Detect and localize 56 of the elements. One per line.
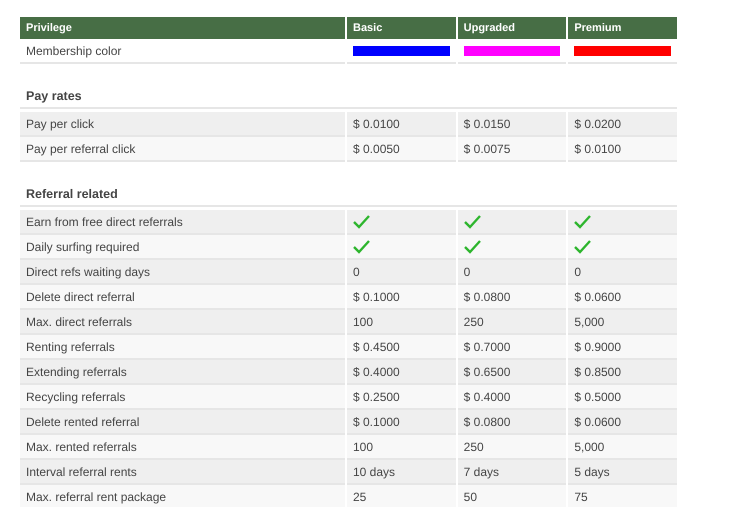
row-label: Interval referral rents (20, 460, 345, 485)
cell-text: 0 (353, 264, 360, 278)
cell-text: 0 (464, 264, 470, 278)
cell-text: 7 days (464, 464, 500, 478)
cell-text: 75 (574, 490, 588, 504)
cell-text: 5,000 (574, 440, 604, 454)
cell-text: 250 (464, 440, 484, 454)
row-label: Renting referrals (20, 335, 345, 360)
cell-text: 25 (353, 490, 366, 504)
cell-text: 250 (464, 314, 484, 328)
cell-text: 5 days (574, 464, 610, 478)
cell-text: $ 0.0050 (353, 142, 400, 156)
cell-text: $ 0.8500 (574, 364, 622, 378)
row-label: Recycling referrals (20, 385, 345, 410)
column-header: Premium (568, 17, 677, 39)
row-label: Earn from free direct referrals (20, 210, 345, 235)
row-label: Delete rented referral (20, 410, 345, 435)
cell-text: 100 (353, 314, 374, 328)
cell-text: $ 0.1000 (353, 290, 400, 304)
cell-text: $ 0.6500 (464, 364, 510, 378)
row-label: Max. referral rent package (20, 485, 345, 507)
cell-text: 100 (353, 440, 374, 454)
cell-text: $ 0.2500 (353, 390, 400, 404)
row-label: Pay per click (20, 112, 345, 137)
row-label: Delete direct referral (20, 285, 345, 310)
cell-text: $ 0.0800 (464, 290, 510, 304)
cell-text: $ 0.0100 (574, 142, 622, 156)
cell-text: $ 0.0150 (464, 116, 510, 130)
cell-text: 50 (464, 490, 478, 504)
cell-text: $ 0.0200 (574, 116, 622, 130)
cell-text: $ 0.0100 (353, 116, 400, 130)
row-label: Max. rented referrals (20, 435, 345, 460)
row-label: Extending referrals (20, 360, 345, 385)
cell-text: $ 0.4000 (464, 390, 510, 404)
cell-text: $ 0.0600 (574, 414, 622, 428)
column-header: Upgraded (458, 17, 566, 39)
cell-text: $ 0.9000 (574, 340, 622, 354)
row-label: Max. direct referrals (20, 310, 345, 335)
cell-text: $ 0.4000 (353, 364, 400, 378)
cell-text: $ 0.0800 (464, 414, 510, 428)
row-label: Direct refs waiting days (20, 260, 345, 285)
cell-text: $ 0.4500 (353, 340, 400, 354)
cell-text: 0 (574, 264, 581, 278)
row-label: Pay per referral click (20, 137, 345, 162)
cell-text: $ 0.0075 (464, 142, 510, 156)
section-heading: Pay rates (20, 67, 677, 109)
column-header: Basic (347, 17, 456, 39)
row-label: Daily surfing required (20, 235, 345, 260)
cell-text: 10 days (353, 464, 396, 478)
cell-text: $ 0.5000 (574, 390, 622, 404)
cell-text: $ 0.7000 (464, 340, 510, 354)
section-heading: Referral related (20, 165, 677, 207)
column-header: Privilege (20, 17, 345, 39)
cell-text: 5,000 (574, 314, 604, 328)
cell-text: $ 0.1000 (353, 414, 400, 428)
cell-text: $ 0.0600 (574, 290, 622, 304)
